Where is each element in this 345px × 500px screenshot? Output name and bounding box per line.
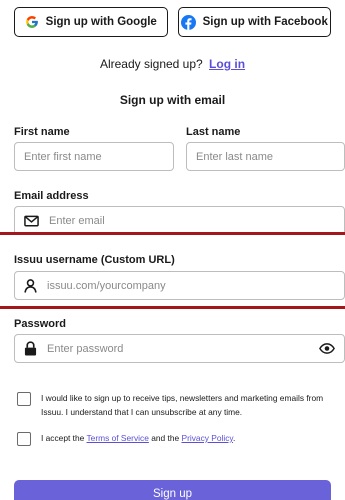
oauth-row: Sign up with Google Sign up with Faceboo…	[14, 7, 331, 37]
facebook-icon	[180, 14, 196, 30]
already-text: Already signed up?	[99, 57, 203, 71]
last-name-label: Last name	[186, 126, 241, 138]
first-name-placeholder: Enter first name	[24, 150, 102, 163]
first-name-label: First name	[14, 126, 70, 138]
eye-icon[interactable]	[319, 343, 335, 354]
lock-icon	[24, 341, 37, 356]
last-name-field[interactable]: Enter last name	[186, 142, 345, 171]
google-signup-label: Sign up with Google	[45, 16, 157, 28]
already-signed-up: Already signed up? Log in	[0, 57, 345, 71]
google-icon	[25, 16, 38, 28]
username-field[interactable]: issuu.com/yourcompany	[14, 271, 345, 300]
last-name-placeholder: Enter last name	[196, 150, 274, 163]
email-signup-heading: Sign up with email	[119, 93, 226, 107]
terms-consent-text: I accept the Terms of Service and the Pr…	[41, 431, 235, 445]
password-field[interactable]: Enter password	[14, 334, 345, 363]
mail-icon	[24, 215, 39, 226]
email-field[interactable]: Enter email	[14, 206, 345, 235]
login-link[interactable]: Log in	[209, 57, 245, 71]
signup-button[interactable]: Sign up	[14, 480, 331, 500]
email-label: Email address	[14, 190, 89, 202]
terms-prefix: I accept the	[41, 433, 85, 443]
email-placeholder: Enter email	[49, 214, 105, 227]
signup-label: Sign up	[152, 488, 192, 500]
red-divider	[0, 232, 345, 235]
facebook-signup-label: Sign up with Facebook	[202, 16, 328, 28]
terms-consent-row: I accept the Terms of Service and the Pr…	[17, 431, 333, 446]
privacy-policy-link[interactable]: Privacy Policy	[181, 433, 233, 443]
facebook-signup-button[interactable]: Sign up with Facebook	[177, 7, 331, 37]
google-signup-button[interactable]: Sign up with Google	[14, 7, 168, 37]
terms-consent-checkbox[interactable]	[17, 432, 31, 446]
terms-of-service-link[interactable]: Terms of Service	[87, 433, 149, 443]
user-icon	[24, 278, 37, 293]
terms-and: and the	[151, 433, 180, 443]
marketing-consent-row: I would like to sign up to receive tips,…	[17, 391, 333, 419]
terms-suffix: .	[233, 433, 236, 443]
first-name-field[interactable]: Enter first name	[14, 142, 174, 171]
red-divider	[0, 306, 345, 309]
password-placeholder: Enter password	[47, 342, 124, 355]
marketing-consent-checkbox[interactable]	[17, 392, 31, 406]
username-label: Issuu username (Custom URL)	[14, 254, 175, 266]
username-placeholder: issuu.com/yourcompany	[47, 279, 166, 292]
password-label: Password	[14, 318, 66, 330]
marketing-consent-text: I would like to sign up to receive tips,…	[41, 393, 324, 417]
